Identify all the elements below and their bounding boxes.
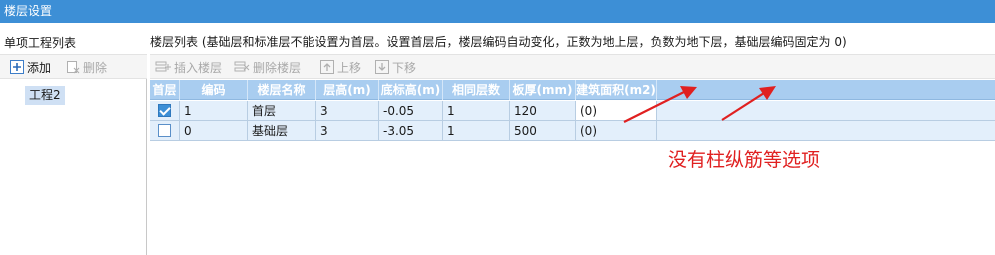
red-arrow-shaft <box>623 91 685 123</box>
red-arrow-shaft <box>721 92 765 121</box>
red-arrow-head <box>759 86 776 100</box>
annotation-arrows <box>623 86 776 123</box>
annotation-note: 没有柱纵筋等选项 <box>668 149 821 171</box>
